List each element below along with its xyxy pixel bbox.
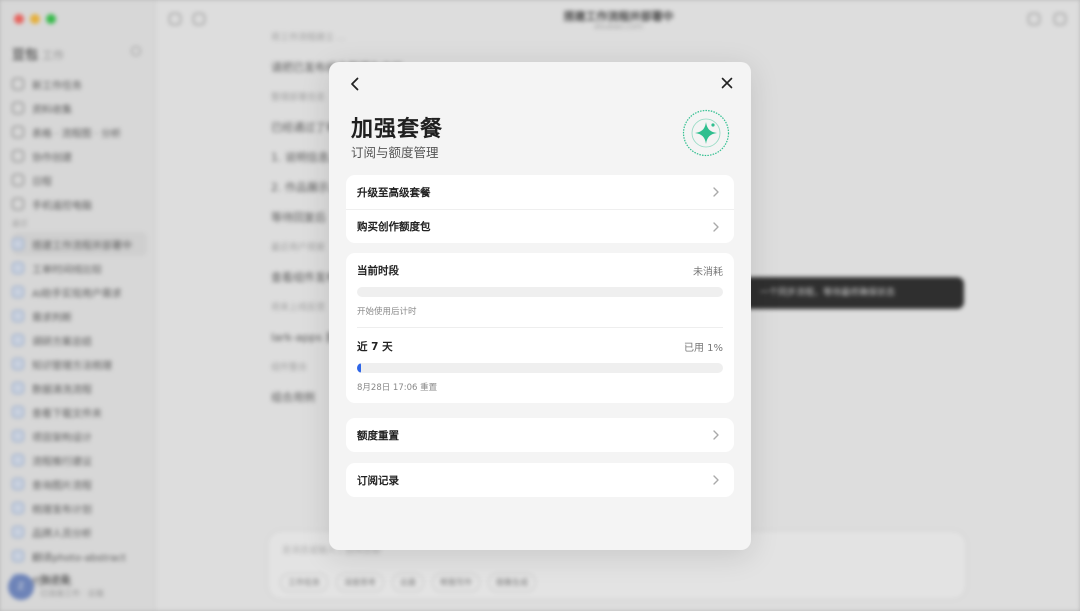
usage-week-value: 已用 1% (683, 342, 723, 354)
chevron-left-icon (351, 77, 359, 91)
history-card: 订阅记录 (346, 463, 734, 497)
chevron-right-icon (713, 187, 719, 197)
usage-current-note: 开始使用后计时 (357, 307, 417, 317)
chevron-right-icon (713, 475, 719, 485)
plan-actions-card: 升级至高级套餐 购买创作额度包 (346, 175, 734, 243)
close-icon (721, 77, 733, 89)
usage-week-header: 近 7 天 已用 1% (357, 329, 723, 363)
buy-credits-row[interactable]: 购买创作额度包 (346, 209, 734, 243)
usage-week-note: 8月28日 17:06 重置 (357, 383, 438, 393)
quota-reset-row[interactable]: 额度重置 (346, 418, 734, 452)
subscription-modal: 加强套餐 订阅与额度管理 升级至高级套餐 购买创作额度包 当前时段 未消耗 开始… (329, 62, 751, 550)
modal-title: 加强套餐 (351, 117, 444, 142)
close-button[interactable] (715, 71, 739, 95)
back-button[interactable] (343, 72, 367, 96)
usage-current-bar (357, 287, 723, 297)
upgrade-plan-row[interactable]: 升级至高级套餐 (346, 175, 734, 209)
usage-week-label: 近 7 天 (357, 340, 393, 353)
plan-seal-icon (682, 109, 730, 157)
usage-current-label: 当前时段 (357, 264, 399, 277)
usage-card: 当前时段 未消耗 开始使用后计时 近 7 天 已用 1% 8月28日 17:06… (346, 253, 734, 403)
subscription-history-row[interactable]: 订阅记录 (346, 463, 734, 497)
usage-week-fill (357, 363, 361, 373)
usage-current-value: 未消耗 (693, 266, 723, 278)
divider (357, 327, 723, 328)
modal-subtitle: 订阅与额度管理 (351, 145, 439, 160)
reset-card: 额度重置 (346, 418, 734, 452)
chevron-right-icon (713, 222, 719, 232)
chevron-right-icon (713, 430, 719, 440)
usage-week-bar (357, 363, 723, 373)
usage-current-header: 当前时段 未消耗 (357, 253, 723, 287)
